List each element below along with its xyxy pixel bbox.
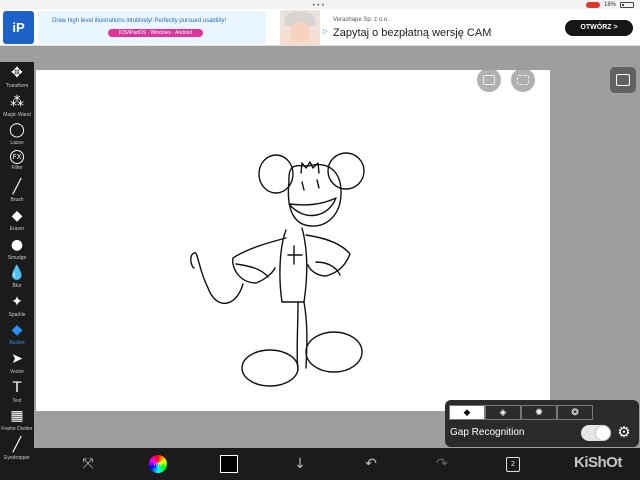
tool-label: Magic Wand [3,111,31,118]
window-icon [483,75,495,85]
tool-eyedropper[interactable]: ╱ Eyedropper [0,436,34,464]
eraser-icon: ◆ [11,208,23,224]
tool-label: Lasso [10,140,24,147]
layers-button[interactable] [610,67,636,93]
blur-drop-icon: 💧 [8,265,26,282]
tool-magic-wand[interactable]: ⁂ Magic Wand [0,93,34,121]
battery-icon [620,1,634,8]
tool-label: Sparkle [8,311,26,318]
tool-label: Eyedropper [4,454,30,461]
tool-transform[interactable]: ✥ Transform [0,64,34,92]
ad-platforms-pill: IOS/iPadOS · Windows · Android [108,29,203,37]
tool-lasso[interactable]: ◯ Lasso [0,121,34,149]
current-color-swatch[interactable] [219,454,239,474]
tool-brush[interactable]: ╱ Brush [0,178,34,206]
gap-recognition-toggle[interactable] [581,425,611,441]
selection-toggle-button[interactable] [511,68,535,92]
watermark: KiShOt [574,454,622,471]
tool-blur[interactable]: 💧 Blur [0,264,34,292]
tool-label: Eraser [9,226,25,232]
recording-icon [585,1,600,8]
ad-title[interactable]: Zapytaj o bezpłatną wersję CAM [333,27,491,39]
page-number: 2 [506,456,520,472]
canvas-mode-button[interactable] [477,68,501,92]
ad-info-icon[interactable]: ▷ [323,28,328,35]
color-wheel-icon: HSV [149,455,167,473]
frame-divider-icon: ▦ [10,408,24,425]
lasso-icon: ◯ [9,122,25,139]
gear-icon[interactable]: ⚙ [616,424,632,440]
color-swatch [220,455,238,473]
pages-button[interactable]: 2 [503,454,523,474]
app-logo: iP [3,11,34,44]
tool-label: Bucket [9,340,25,347]
tool-frame-divider[interactable]: ▦ Frame Divider [0,407,34,435]
app-root: ••• 18% iP Draw high level illustrations… [0,0,640,480]
vector-arrow-icon: ➤ [11,351,23,367]
tool-vector[interactable]: ➤ Vector [0,350,34,378]
fx-icon: FX [10,149,24,164]
selection-icon [517,75,529,85]
starburst-ring-icon[interactable]: ❂ [557,405,593,420]
tool-label: Smudge [7,254,27,261]
eraser-icon[interactable]: ◈ [485,405,521,420]
bucket-options-panel: ◆ ◈ ✺ ❂ Gap Recognition ⚙ [445,400,639,447]
tool-eraser[interactable]: ◆ Eraser [0,207,34,235]
tool-label: Filter [11,164,23,171]
down-arrow-icon[interactable]: ↓ [290,454,310,474]
tool-filter[interactable]: FX Filter [0,149,34,178]
fill-diamond-icon[interactable]: ◆ [449,405,485,420]
tool-text[interactable]: T Text [0,379,34,407]
ad-sponsor: Verashape Sp. z o.o. [333,17,389,23]
tool-smudge[interactable]: ● Smudge [0,236,34,264]
tool-label: Vector [9,369,25,375]
ad-tagline: Draw high level illustrations intuitivel… [52,18,227,24]
gap-recognition-label: Gap Recognition [450,427,525,438]
move-arrows-icon: ✥ [11,65,23,81]
ad-creative[interactable]: Draw high level illustrations intuitivel… [38,11,266,44]
tool-label: Text [12,397,22,404]
tool-sparkle[interactable]: ✦ Sparkle [0,293,34,321]
ad-open-button[interactable]: OTWÓRZ > [565,20,633,36]
ad-character-image [280,10,320,45]
ad-banner[interactable]: iP Draw high level illustrations intuiti… [0,9,640,46]
status-indicators: 18% [585,0,634,9]
multitask-dots[interactable]: ••• [312,2,326,9]
tool-label: Brush [10,197,24,204]
layers-icon [616,74,630,86]
brush-icon: ╱ [12,179,22,196]
color-wheel-button[interactable]: HSV [148,454,168,474]
tool-label: Frame Divider [1,426,33,433]
tool-label: Transform [5,83,29,89]
redo-icon[interactable]: ↷ [432,454,452,474]
starburst-icon[interactable]: ✺ [521,405,557,420]
status-bar: ••• 18% [0,0,640,9]
drawing-canvas[interactable] [36,70,550,411]
sparkle-icon: ✦ [11,293,23,310]
smudge-icon: ● [10,236,24,253]
sketch-drawing [190,152,365,387]
undo-icon[interactable]: ↶ [361,454,381,474]
tool-label: Blur [12,283,22,290]
text-icon: T [12,379,22,396]
eyedropper-icon: ╱ [12,436,22,453]
brush-settings-icon[interactable]: ⤧ [78,454,98,474]
tool-bucket[interactable]: ◆ Bucket [0,321,34,349]
bottom-toolbar: ⤧ HSV ↓ ↶ ↷ 2 [34,448,640,480]
magic-wand-icon: ⁂ [10,93,24,110]
bucket-icon: ◆ [11,322,23,339]
battery-percent: 18% [603,1,616,8]
tool-palette: ✥ Transform ⁂ Magic Wand ◯ Lasso FX Filter ╱ Brus… [0,62,34,480]
